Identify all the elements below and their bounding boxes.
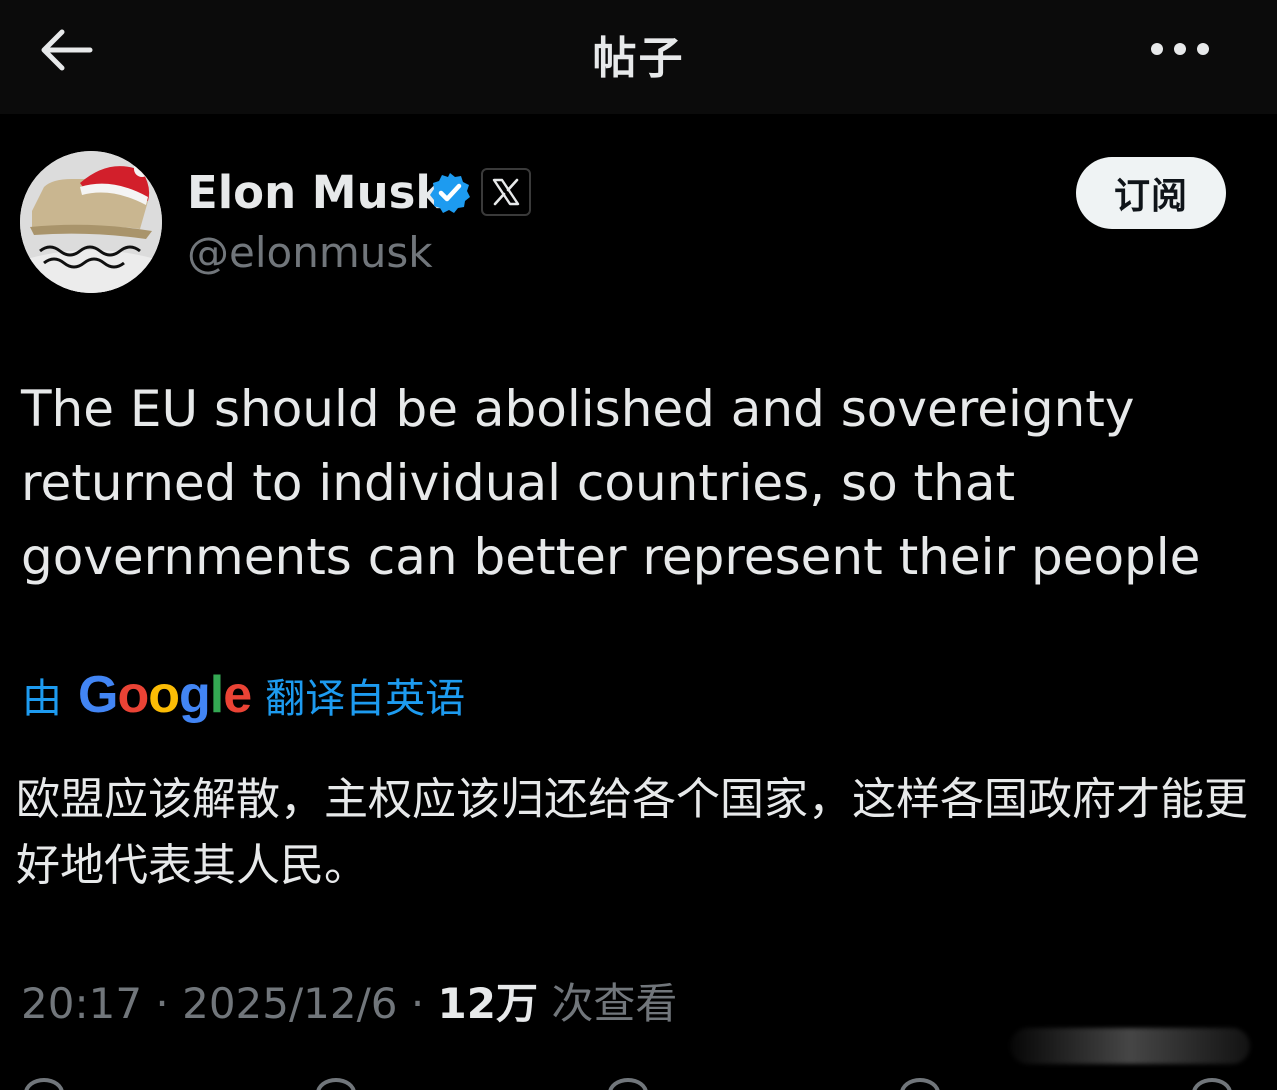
more-options-button[interactable] <box>1140 22 1220 76</box>
action-bar <box>0 1074 1277 1090</box>
share-icon[interactable] <box>1192 1078 1232 1090</box>
author-handle[interactable]: @elonmusk <box>187 228 433 277</box>
subscribe-button[interactable]: 订阅 <box>1076 157 1226 229</box>
like-icon[interactable] <box>608 1078 648 1090</box>
views-label: 次查看 <box>537 979 678 1028</box>
verified-badge-icon <box>428 171 472 215</box>
author-avatar[interactable] <box>20 151 162 293</box>
views-count: 12万 <box>437 979 538 1028</box>
google-logo: Google <box>78 666 252 724</box>
meta-separator: · <box>142 979 183 1028</box>
affiliate-badge[interactable] <box>481 168 531 216</box>
post-text: The EU should be abolished and sovereign… <box>21 380 1201 586</box>
author-name[interactable]: Elon Musk <box>187 166 445 219</box>
watermark <box>1010 1028 1250 1064</box>
bookmark-icon[interactable] <box>900 1078 940 1090</box>
post-meta: 20:17 · 2025/12/6 · 12万 次查看 <box>21 970 677 1031</box>
x-logo-icon <box>492 178 520 206</box>
page-title: 帖子 <box>592 33 685 84</box>
avatar-image <box>20 151 162 293</box>
top-bar: 帖子 <box>0 0 1277 114</box>
translation-suffix: 翻译自英语 <box>265 676 466 722</box>
meta-separator: · <box>397 979 438 1028</box>
post-time[interactable]: 20:17 <box>21 979 142 1028</box>
post-date[interactable]: 2025/12/6 <box>182 979 397 1028</box>
translated-text: 欧盟应该解散，主权应该归还给各个国家，这样各国政府才能更好地代表其人民。 <box>16 774 1248 891</box>
reply-icon[interactable] <box>24 1078 64 1090</box>
repost-icon[interactable] <box>316 1078 356 1090</box>
more-horizontal-icon <box>1151 43 1209 55</box>
translation-prefix: 由 <box>22 676 62 722</box>
translation-attribution[interactable]: 由 Google 翻译自英语 <box>22 664 465 726</box>
